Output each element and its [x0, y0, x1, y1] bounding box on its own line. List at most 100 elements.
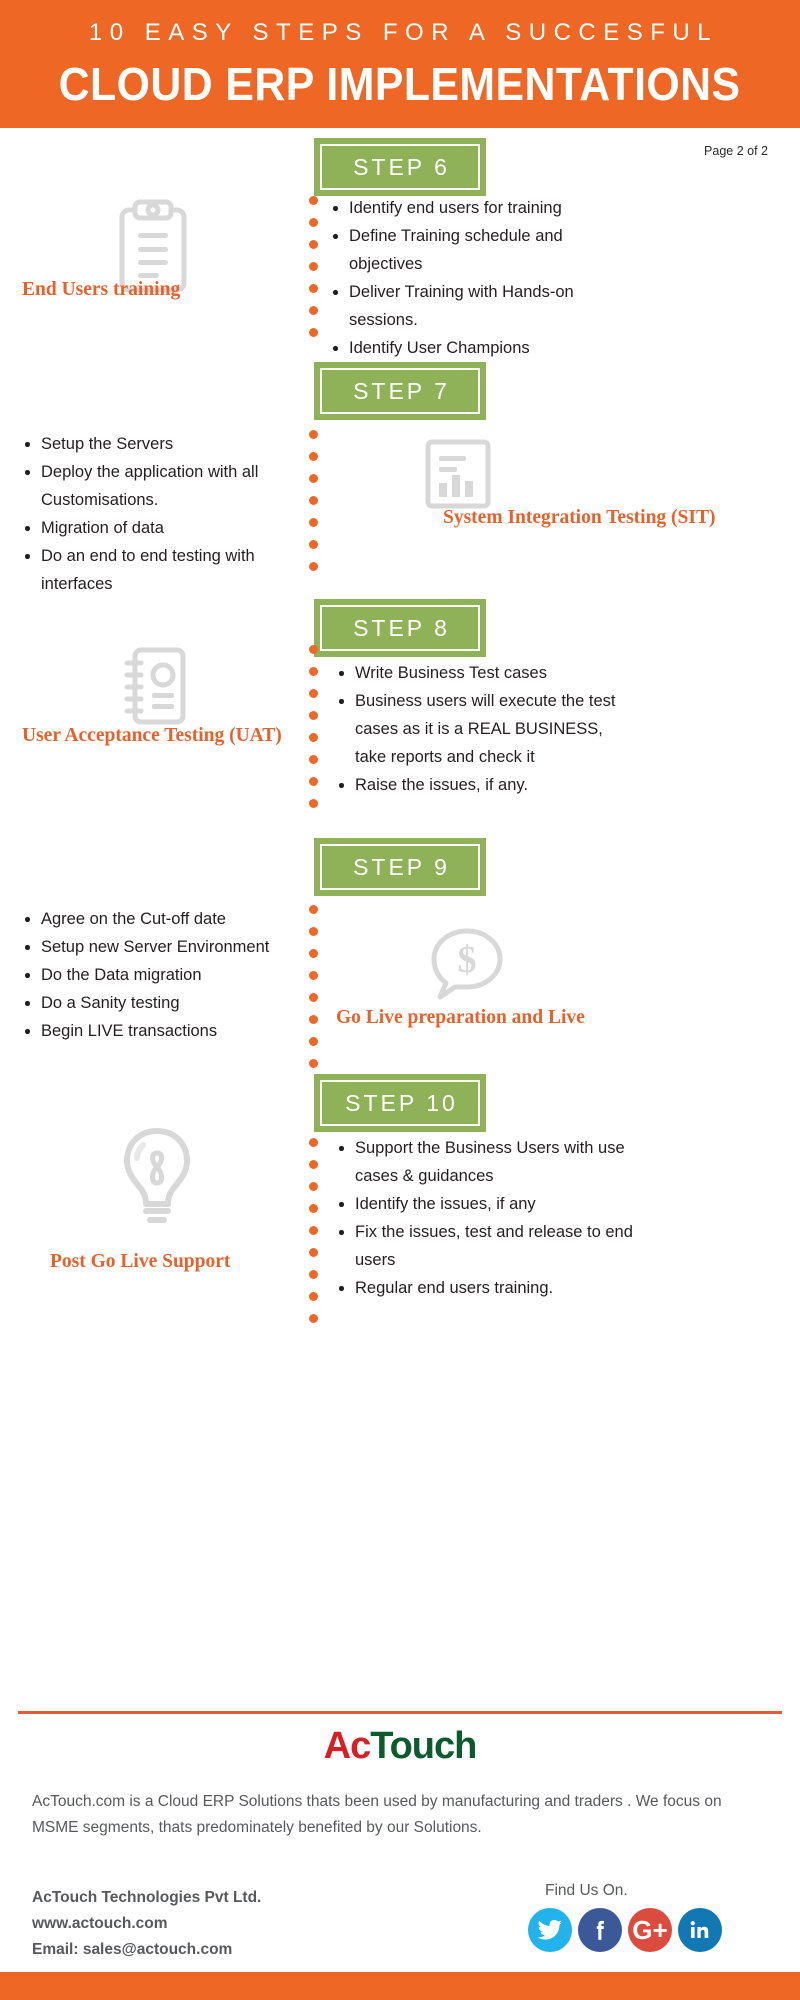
connector-dot [309, 667, 318, 676]
list-item: Business users will execute the test cas… [336, 687, 636, 771]
list-item: Regular end users training. [336, 1274, 636, 1302]
connector-dot [309, 993, 318, 1002]
list-item: Begin LIVE transactions [22, 1017, 302, 1045]
social-links: G+ [528, 1908, 722, 1952]
step-badge-8: STEP 8 [314, 599, 486, 657]
connector-dot [309, 1182, 318, 1191]
connector-dot [309, 799, 318, 808]
connector-dot [309, 518, 318, 527]
connector-dot [309, 1226, 318, 1235]
footer-bar [0, 1972, 800, 2000]
company-name: AcTouch Technologies Pvt Ltd. [32, 1889, 262, 1906]
connector-dot [309, 218, 318, 227]
step-badge-6: STEP 6 [314, 138, 486, 196]
header-kicker: 10 EASY STEPS FOR A SUCCESFUL [88, 19, 719, 46]
connector-dot [309, 306, 318, 315]
page-header: 10 EASY STEPS FOR A SUCCESFUL CLOUD ERP … [0, 0, 800, 128]
connector-dot [309, 927, 318, 936]
infographic-page: 10 EASY STEPS FOR A SUCCESFUL CLOUD ERP … [0, 0, 800, 2000]
list-item: Support the Business Users with use case… [336, 1134, 636, 1190]
step-badge-9: STEP 9 [314, 838, 486, 896]
step-badge-label: STEP 6 [353, 153, 450, 180]
facebook-glyph [596, 1920, 604, 1940]
dot-connector-6 [309, 196, 318, 337]
twitter-icon[interactable] [528, 1908, 572, 1952]
connector-dot [309, 1204, 318, 1213]
step-label-9: Go Live preparation and Live [336, 1007, 585, 1028]
connector-dot [309, 562, 318, 571]
google-plus-icon[interactable]: G+ [628, 1908, 672, 1952]
list-item: Identify the issues, if any [336, 1190, 636, 1218]
actouch-logo: AcTouch [0, 1725, 800, 1768]
connector-dot [309, 328, 318, 337]
company-email[interactable]: Email: sales@actouch.com [32, 1937, 261, 1963]
connector-dot [309, 240, 318, 249]
list-item: Identify User Champions [330, 334, 620, 362]
step-badge-inner: STEP 6 [320, 144, 480, 190]
list-item: Agree on the Cut-off date [22, 905, 302, 933]
step-label-7: System Integration Testing (SIT) [443, 507, 716, 528]
step-label-6: End Users training [22, 279, 181, 300]
connector-dot [309, 711, 318, 720]
logo-text-ac: Ac [323, 1725, 372, 1767]
step-badge-label: STEP 8 [353, 614, 450, 641]
dot-connector-9 [309, 905, 318, 1068]
list-item: Raise the issues, if any. [336, 771, 636, 799]
footer-description: AcTouch.com is a Cloud ERP Solutions tha… [32, 1793, 722, 1836]
step-bullets-7: Setup the Servers Deploy the application… [22, 430, 302, 598]
dollar-speech-bubble-icon: $ [428, 925, 506, 1001]
list-item: Deliver Training with Hands-on sessions. [330, 278, 620, 334]
dot-connector-8 [309, 645, 318, 808]
facebook-icon[interactable] [578, 1908, 622, 1952]
find-us-label: Find Us On. [545, 1882, 628, 1899]
connector-dot [309, 689, 318, 698]
step-label-10: Post Go Live Support [50, 1251, 231, 1272]
connector-dot [309, 1292, 318, 1301]
connector-dot [309, 905, 318, 914]
list-item: Migration of data [22, 514, 302, 542]
step-badge-inner: STEP 7 [320, 368, 480, 414]
step-badge-label: STEP 10 [345, 1089, 458, 1116]
google-plus-glyph: G+ [632, 1915, 668, 1945]
step-badge-inner: STEP 9 [320, 844, 480, 890]
lightbulb-icon [117, 1125, 197, 1229]
step-badge-inner: STEP 8 [320, 605, 480, 651]
step-bullets-6: Identify end users for training Define T… [330, 194, 620, 362]
list-item: Setup new Server Environment [22, 933, 302, 961]
linkedin-icon[interactable] [678, 1908, 722, 1952]
connector-dot [309, 262, 318, 271]
connector-dot [309, 196, 318, 205]
connector-dot [309, 496, 318, 505]
connector-dot [309, 1037, 318, 1046]
connector-dot [309, 430, 318, 439]
svg-text:$: $ [458, 939, 477, 981]
step-bullets-10: Support the Business Users with use case… [336, 1134, 636, 1302]
connector-dot [309, 1314, 318, 1323]
bar-chart-report-icon [424, 438, 492, 510]
connector-dot [309, 1015, 318, 1024]
list-item: Do an end to end testing with interfaces [22, 542, 302, 598]
connector-dot [309, 1059, 318, 1068]
list-item: Identify end users for training [330, 194, 620, 222]
linkedin-glyph [690, 1921, 709, 1938]
step-badge-7: STEP 7 [314, 362, 486, 420]
step-bullets-8: Write Business Test cases Business users… [336, 659, 636, 799]
logo-text-touch: Touch [370, 1725, 477, 1767]
address-book-icon [117, 645, 191, 727]
connector-dot [309, 474, 318, 483]
page-indicator: Page 2 of 2 [704, 144, 768, 158]
list-item: Deploy the application with all Customis… [22, 458, 302, 514]
connector-dot [309, 452, 318, 461]
connector-dot [309, 949, 318, 958]
connector-dot [309, 540, 318, 549]
list-item: Setup the Servers [22, 430, 302, 458]
step-badge-label: STEP 9 [353, 853, 450, 880]
company-website[interactable]: www.actouch.com [32, 1911, 261, 1937]
connector-dot [309, 1138, 318, 1147]
dot-connector-7 [309, 430, 318, 571]
dot-connector-10 [309, 1138, 318, 1323]
list-item: Do a Sanity testing [22, 989, 302, 1017]
step-badge-inner: STEP 10 [320, 1080, 480, 1126]
step-badge-10: STEP 10 [314, 1074, 486, 1132]
connector-dot [309, 971, 318, 980]
